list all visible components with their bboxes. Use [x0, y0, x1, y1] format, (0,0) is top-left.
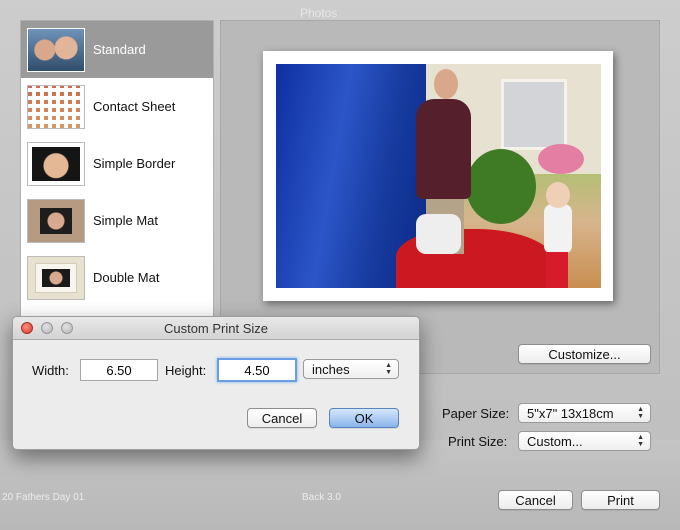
theme-label: Double Mat — [93, 270, 160, 285]
dialog-cancel-button[interactable]: Cancel — [247, 408, 317, 428]
theme-item-standard[interactable]: Standard — [21, 21, 213, 78]
double-mat-thumbnail — [27, 255, 85, 300]
paper-size-label: Paper Size: — [442, 406, 510, 421]
height-label: Height: — [165, 363, 207, 378]
width-field[interactable] — [80, 359, 158, 381]
preview-photo — [276, 64, 601, 288]
popup-arrows-icon: ▲ ▼ — [637, 406, 644, 420]
contact-sheet-thumbnail — [27, 84, 85, 129]
print-button[interactable]: Print — [581, 490, 660, 510]
background-window-title: Photos — [300, 6, 338, 20]
theme-item-contact-sheet[interactable]: Contact Sheet — [21, 78, 213, 135]
unit-value: inches — [312, 361, 350, 377]
paper-size-value: 5"x7" 13x18cm — [527, 405, 614, 421]
background-caption: Back 3.0 — [302, 492, 341, 503]
theme-item-double-mat[interactable]: Double Mat — [21, 249, 213, 306]
dialog-title: Custom Print Size — [163, 321, 269, 336]
theme-label: Simple Mat — [93, 213, 159, 228]
background-caption: 20 Fathers Day 01 — [2, 492, 85, 503]
height-field[interactable] — [217, 358, 297, 382]
theme-item-simple-mat[interactable]: Simple Mat — [21, 192, 213, 249]
preview-paper — [263, 51, 613, 301]
dialog-titlebar: Custom Print Size — [13, 317, 419, 340]
print-size-popup[interactable]: Custom... ▲ ▼ — [518, 431, 651, 451]
width-label: Width: — [32, 363, 69, 378]
print-size-label: Print Size: — [448, 434, 508, 449]
paper-size-popup[interactable]: 5"x7" 13x18cm ▲ ▼ — [518, 403, 651, 423]
theme-item-simple-border[interactable]: Simple Border — [21, 135, 213, 192]
print-size-value: Custom... — [527, 433, 583, 449]
simple-mat-thumbnail — [27, 198, 85, 243]
theme-label: Standard — [93, 42, 146, 57]
customize-button[interactable]: Customize... — [518, 344, 651, 364]
popup-arrows-icon: ▲ ▼ — [385, 362, 392, 376]
theme-label: Simple Border — [93, 156, 176, 171]
background-photo-strip — [0, 440, 680, 530]
theme-list: Standard Contact Sheet Simple Border Sim… — [20, 20, 214, 322]
custom-print-size-dialog: Custom Print Size Width: Height: inches … — [12, 316, 420, 450]
unit-popup[interactable]: inches ▲ ▼ — [303, 359, 399, 379]
cancel-button[interactable]: Cancel — [498, 490, 573, 510]
dialog-ok-button[interactable]: OK — [329, 408, 399, 428]
theme-label: Contact Sheet — [93, 99, 176, 114]
standard-thumbnail — [27, 27, 85, 72]
popup-arrows-icon: ▲ ▼ — [637, 434, 644, 448]
simple-border-thumbnail — [27, 141, 85, 186]
